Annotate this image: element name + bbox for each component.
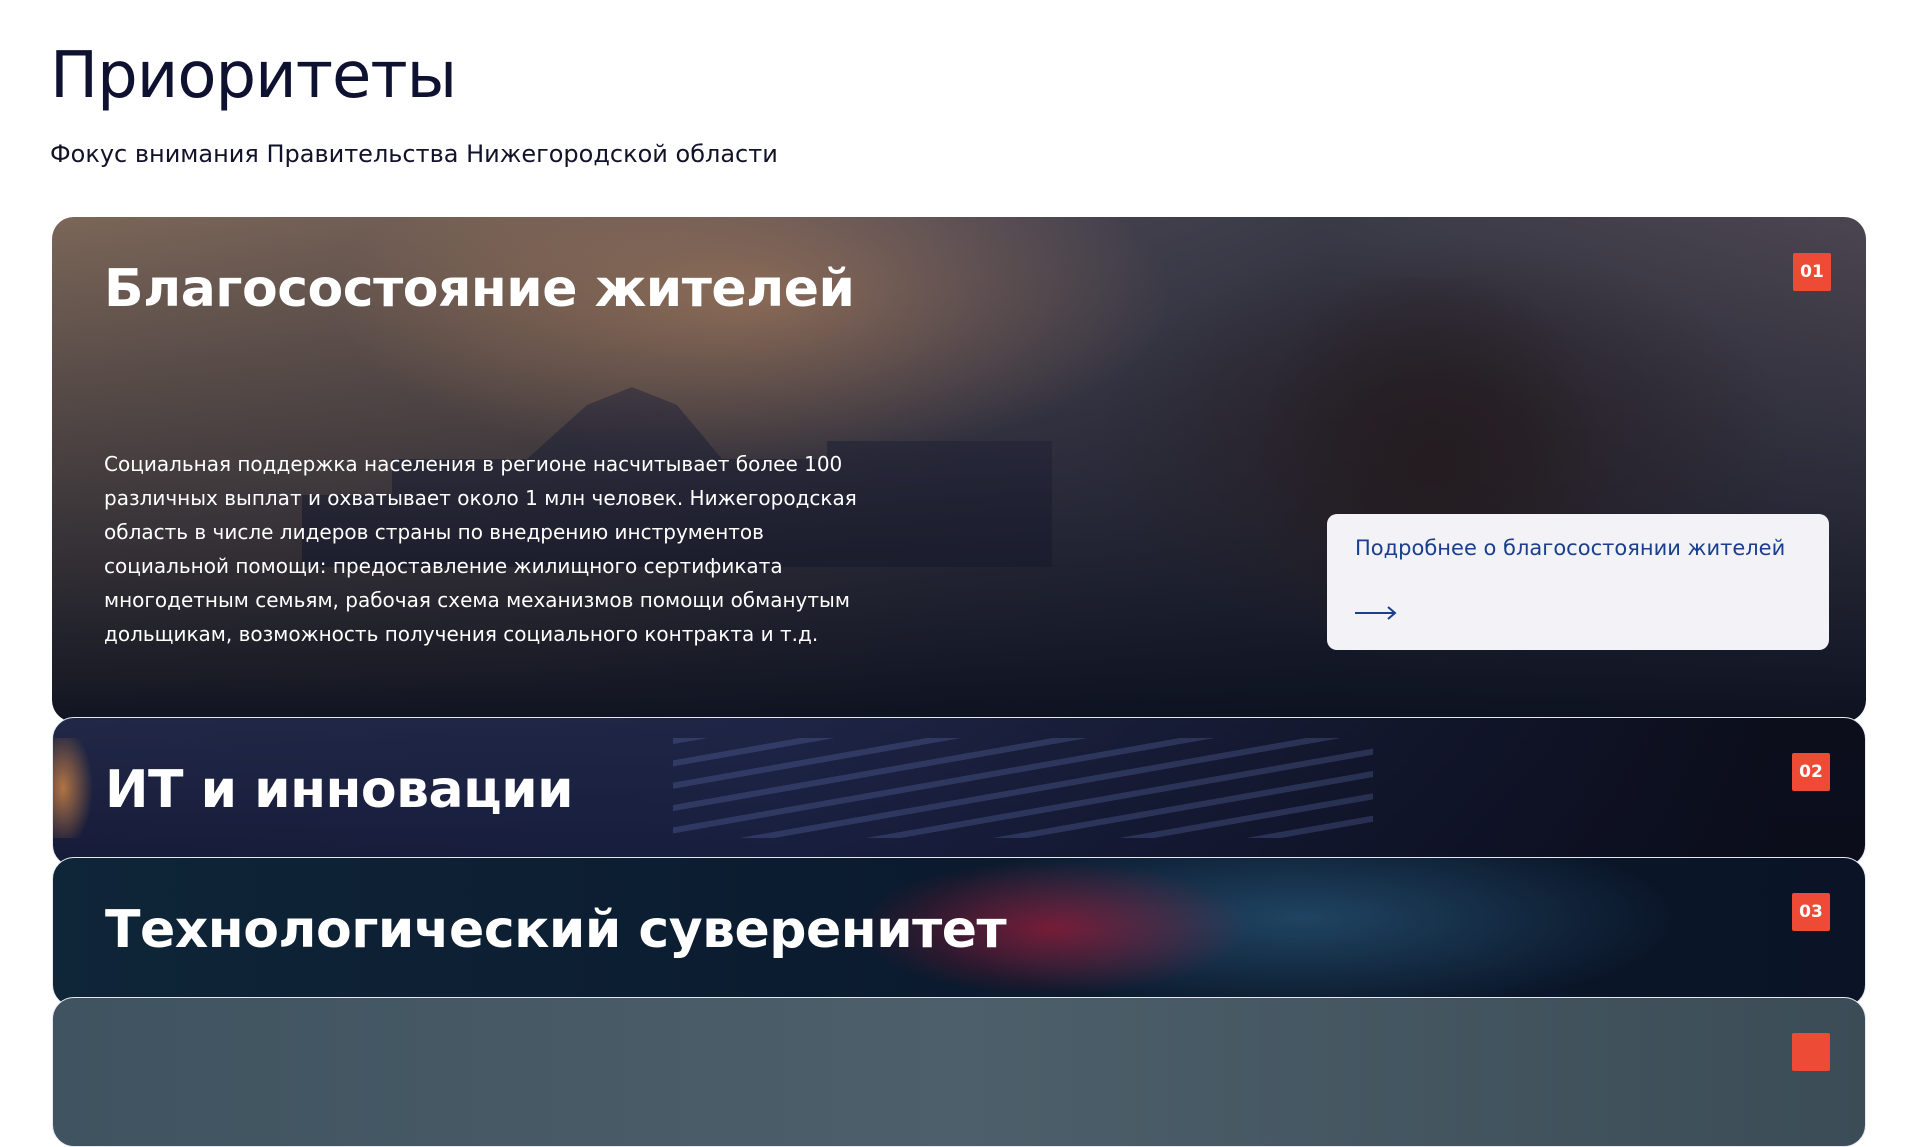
priorities-accordion: Благосостояние жителей 01 Социальная под… (52, 217, 1866, 1147)
priority-title[interactable]: ИТ и инновации (105, 761, 574, 819)
page-subtitle: Фокус внимания Правительства Нижегородск… (50, 140, 778, 168)
priority-number-badge (1792, 1033, 1830, 1071)
priority-title[interactable]: Благосостояние жителей (104, 260, 855, 318)
more-about-wellbeing-link[interactable]: Подробнее о благосостоянии жителей (1327, 514, 1829, 650)
priority-number-badge: 03 (1792, 893, 1830, 931)
arrow-right-icon (1355, 606, 1397, 620)
panel-background-image (53, 738, 93, 838)
person-silhouette-image (1132, 277, 1652, 722)
priority-number-badge: 02 (1792, 753, 1830, 791)
priority-number-badge: 01 (1793, 253, 1831, 291)
priority-panel-wellbeing[interactable]: Благосостояние жителей 01 Социальная под… (52, 217, 1866, 722)
priority-description: Социальная поддержка населения в регионе… (104, 452, 857, 646)
code-screen-image (673, 738, 1373, 838)
priority-panel-tech-sovereignty[interactable]: Технологический суверенитет 03 (52, 857, 1866, 1007)
more-link-label: Подробнее о благосостоянии жителей (1355, 536, 1786, 560)
priority-panel-it-innovation[interactable]: ИТ и инновации 02 (52, 717, 1866, 867)
page-title: Приоритеты (50, 39, 457, 113)
priority-panel-next[interactable] (52, 997, 1866, 1147)
priority-title[interactable]: Технологический суверенитет (105, 901, 1007, 959)
